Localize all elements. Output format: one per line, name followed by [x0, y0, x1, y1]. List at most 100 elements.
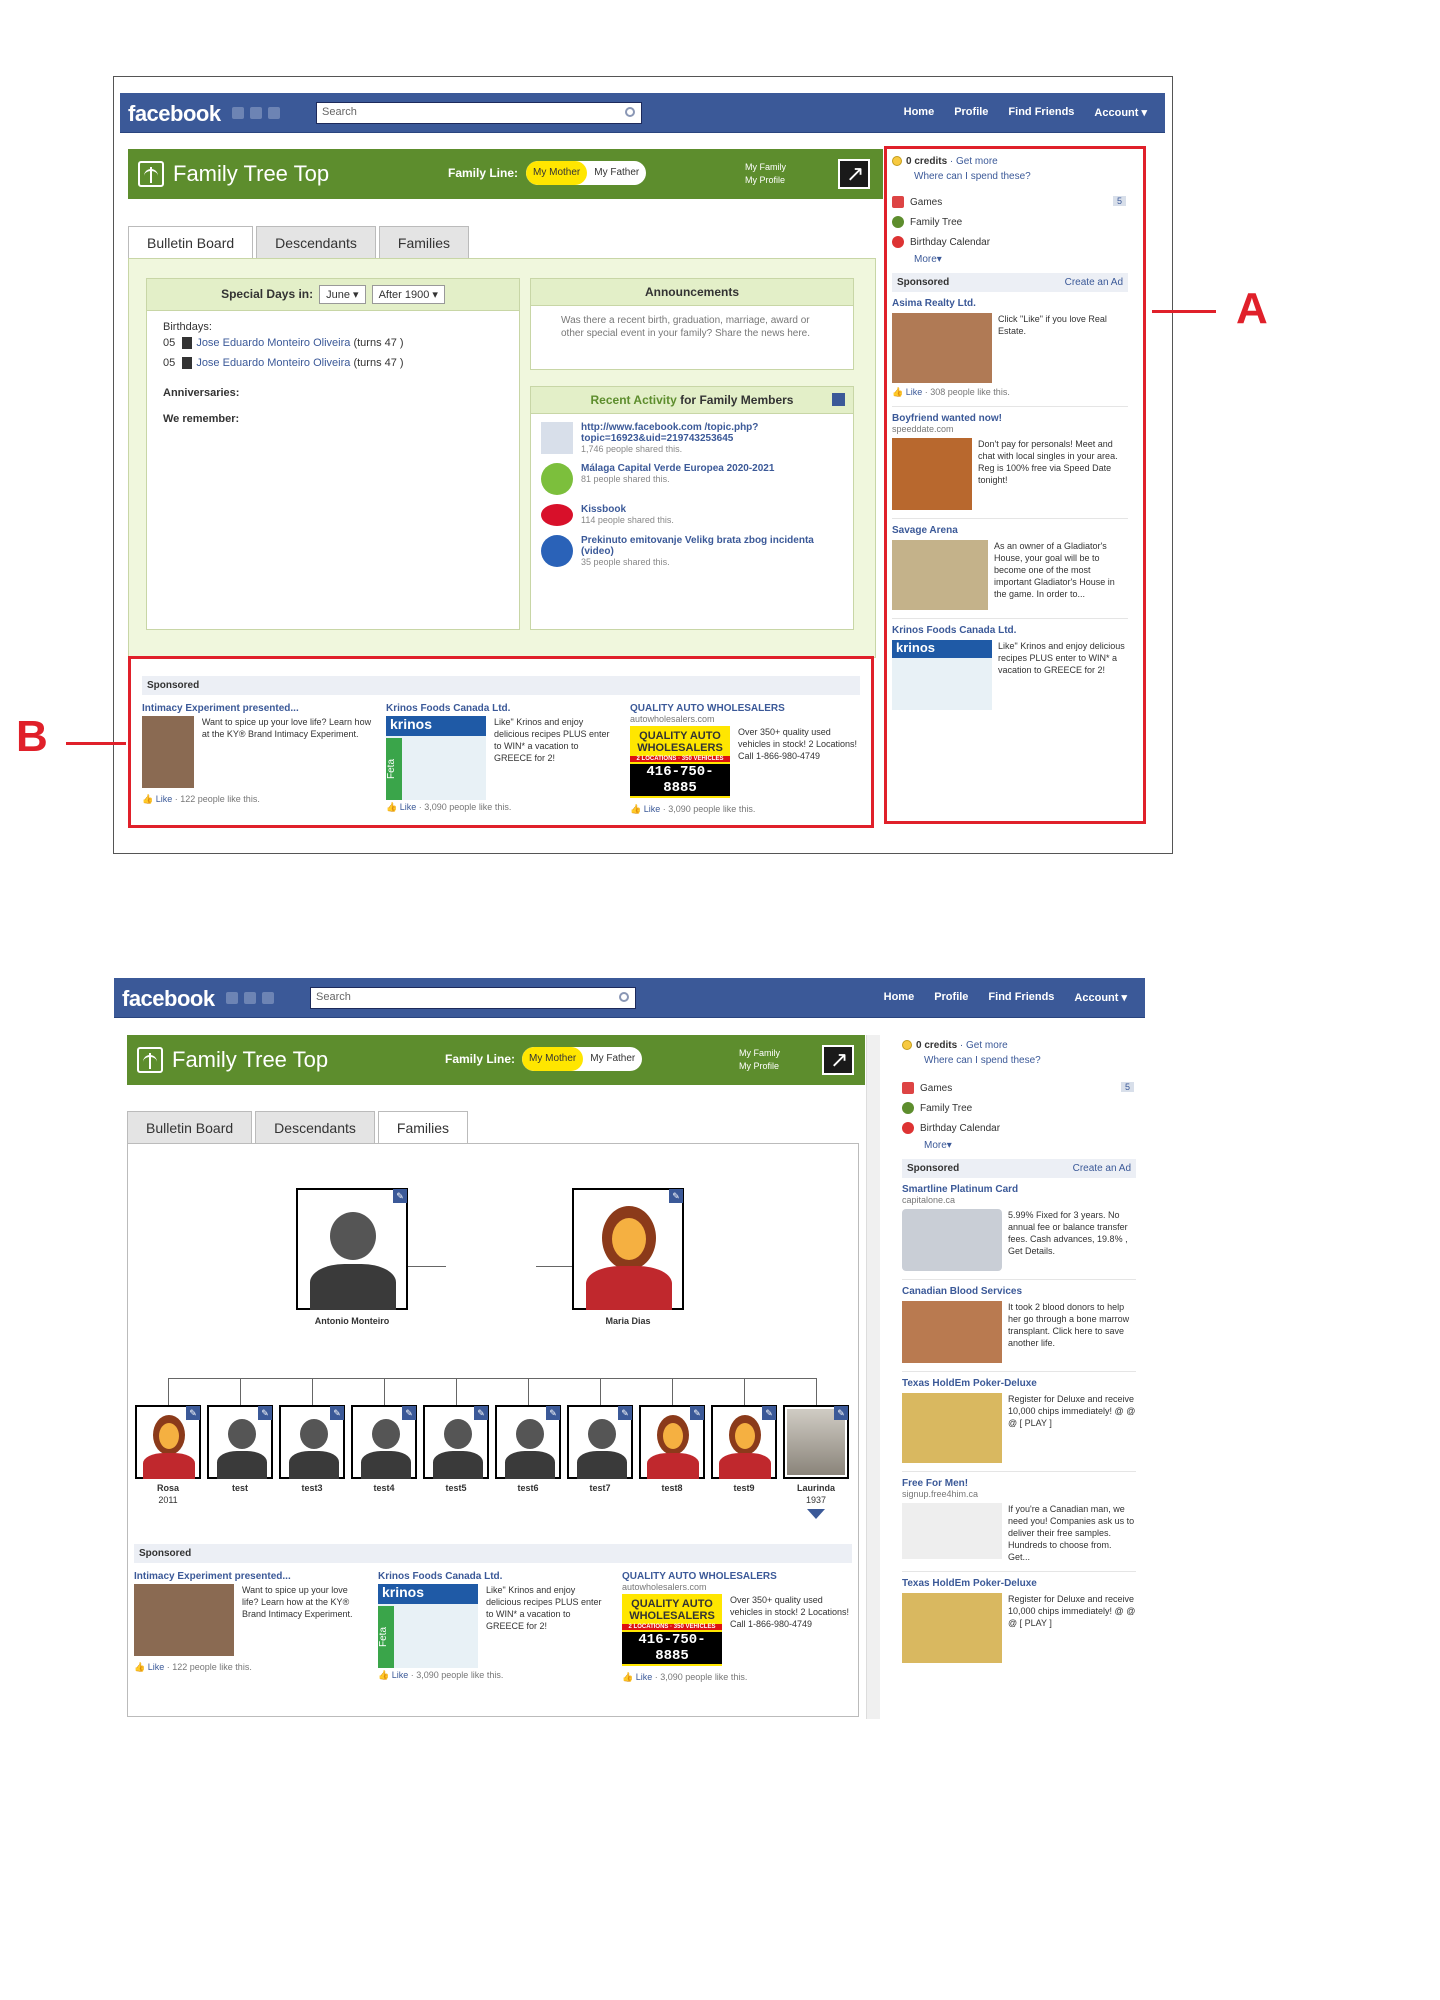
facebook-logo[interactable]: facebook — [122, 986, 215, 1012]
ad-title[interactable]: Texas HoldEm Poker-Deluxe — [902, 1378, 1136, 1389]
family-line-toggle[interactable]: My Mother My Father — [522, 1047, 643, 1071]
ad-title[interactable]: Canadian Blood Services — [902, 1286, 1136, 1297]
sock-image[interactable] — [902, 1503, 1002, 1559]
edit-pencil-icon[interactable]: ✎ — [762, 1406, 776, 1420]
nav-find-friends[interactable]: Find Friends — [1008, 106, 1074, 119]
scrollbar[interactable] — [866, 1035, 880, 1719]
tab-bulletin-board[interactable]: Bulletin Board — [127, 1111, 253, 1143]
my-father-button[interactable]: My Father — [587, 161, 646, 185]
ad-title[interactable]: Texas HoldEm Poker-Deluxe — [902, 1578, 1136, 1589]
ad-title[interactable]: Smartline Platinum Card — [902, 1184, 1136, 1195]
edit-pencil-icon[interactable]: ✎ — [669, 1189, 683, 1203]
edit-pencil-icon[interactable]: ✎ — [690, 1406, 704, 1420]
notifications-icon[interactable] — [268, 107, 280, 119]
messages-icon[interactable] — [244, 992, 256, 1004]
krinos-ad-image[interactable]: krinos Feta — [378, 1584, 478, 1668]
credit-card-image[interactable] — [902, 1209, 1002, 1271]
app-games[interactable]: Games 5 — [902, 1082, 1136, 1094]
nav-profile[interactable]: Profile — [934, 991, 968, 1004]
tab-bulletin-board[interactable]: Bulletin Board — [128, 226, 254, 258]
ad-poker-2[interactable]: Texas HoldEm Poker-Deluxe Register for De… — [902, 1572, 1136, 1671]
tab-families[interactable]: Families — [378, 226, 470, 258]
expand-descendants-arrow-icon[interactable] — [807, 1509, 825, 1519]
nav-home[interactable]: Home — [884, 991, 915, 1004]
ad-krinos[interactable]: Krinos Foods Canada Ltd. krinos Feta Like"… — [378, 1571, 608, 1683]
edit-pencil-icon[interactable]: ✎ — [402, 1406, 416, 1420]
nav-account[interactable]: Account ▾ — [1094, 106, 1147, 119]
edit-pencil-icon[interactable]: ✎ — [393, 1189, 407, 1203]
ad-intimacy[interactable]: Intimacy Experiment presented... Want to… — [134, 1571, 364, 1683]
girl-image[interactable] — [902, 1301, 1002, 1363]
like-button[interactable]: Like — [148, 1662, 165, 1672]
child-card[interactable]: ✎ — [567, 1405, 633, 1479]
app-family-tree[interactable]: Family Tree — [902, 1102, 1136, 1114]
ad-poker[interactable]: Texas HoldEm Poker-Deluxe Register for De… — [902, 1372, 1136, 1472]
edit-pencil-icon[interactable]: ✎ — [546, 1406, 560, 1420]
my-mother-button[interactable]: My Mother — [522, 1047, 584, 1071]
poker-cards-image[interactable] — [902, 1393, 1002, 1463]
nav-home[interactable]: Home — [904, 106, 935, 119]
nav-profile[interactable]: Profile — [954, 106, 988, 119]
child-card[interactable]: ✎ — [783, 1405, 849, 1479]
search-input[interactable]: Search — [316, 102, 642, 124]
friends-icon[interactable] — [226, 992, 238, 1004]
edit-pencil-icon[interactable]: ✎ — [330, 1406, 344, 1420]
birthday-name-link[interactable]: Jose Eduardo Monteiro Oliveira — [196, 337, 350, 349]
activity-link[interactable]: http://www.facebook.com /topic.php?topic… — [581, 422, 758, 444]
tab-families[interactable]: Families — [377, 1111, 469, 1143]
ad-title[interactable]: Intimacy Experiment presented... — [134, 1571, 364, 1582]
father-card[interactable]: ✎ — [296, 1188, 408, 1310]
messages-icon[interactable] — [250, 107, 262, 119]
my-family-link[interactable]: My Family — [739, 1047, 780, 1060]
birthday-name-link[interactable]: Jose Eduardo Monteiro Oliveira — [196, 357, 350, 369]
edit-pencil-icon[interactable]: ✎ — [834, 1406, 848, 1420]
child-card[interactable]: ✎ — [495, 1405, 561, 1479]
expand-arrow-icon[interactable] — [838, 159, 870, 189]
ad-title[interactable]: Free For Men! — [902, 1478, 1136, 1489]
where-spend-link[interactable]: Where can I spend these? — [924, 1055, 1041, 1066]
facebook-logo[interactable]: facebook — [128, 101, 221, 127]
edit-pencil-icon[interactable]: ✎ — [186, 1406, 200, 1420]
search-input[interactable]: Search — [310, 987, 636, 1009]
edit-pencil-icon[interactable]: ✎ — [618, 1406, 632, 1420]
ad-title[interactable]: QUALITY AUTO WHOLESALERS — [622, 1571, 852, 1582]
expand-arrow-icon[interactable] — [822, 1045, 854, 1075]
activity-link[interactable]: Málaga Capital Verde Europea 2020-2021 — [581, 463, 774, 474]
activity-link[interactable]: Prekinuto emitovanje Velikg brata zbog i… — [581, 535, 814, 557]
child-card[interactable]: ✎ — [639, 1405, 705, 1479]
mother-card[interactable]: ✎ — [572, 1188, 684, 1310]
my-profile-link[interactable]: My Profile — [745, 174, 786, 187]
like-button[interactable]: Like — [636, 1672, 653, 1682]
activity-link[interactable]: Kissbook — [581, 504, 626, 515]
jewel-icons[interactable] — [232, 107, 280, 119]
family-line-toggle[interactable]: My Mother My Father — [526, 161, 647, 185]
ad-smartline[interactable]: Smartline Platinum Card capitalone.ca 5.99… — [902, 1178, 1136, 1280]
my-profile-link[interactable]: My Profile — [739, 1060, 780, 1073]
create-ad-link[interactable]: Create an Ad — [1073, 1163, 1131, 1174]
auto-ad-image[interactable]: QUALITY AUTO WHOLESALERS 2 LOCATIONS · 350… — [622, 1594, 722, 1666]
nav-account[interactable]: Account ▾ — [1074, 991, 1127, 1004]
ad-auto[interactable]: QUALITY AUTO WHOLESALERS autowholesalers.… — [622, 1571, 852, 1683]
get-more-link[interactable]: · Get more — [960, 1040, 1008, 1051]
child-card[interactable]: ✎ — [279, 1405, 345, 1479]
child-card[interactable]: ✎ — [351, 1405, 417, 1479]
child-card[interactable]: ✎ — [207, 1405, 273, 1479]
ad-image[interactable] — [134, 1584, 234, 1656]
facebook-f-icon[interactable] — [832, 393, 845, 406]
edit-pencil-icon[interactable]: ✎ — [258, 1406, 272, 1420]
ad-free-for-men[interactable]: Free For Men! signup.free4him.ca If you're… — [902, 1472, 1136, 1572]
notifications-icon[interactable] — [262, 992, 274, 1004]
app-birthday-calendar[interactable]: Birthday Calendar — [902, 1122, 1136, 1134]
nav-find-friends[interactable]: Find Friends — [988, 991, 1054, 1004]
my-family-link[interactable]: My Family — [745, 161, 786, 174]
poker-cards-image[interactable] — [902, 1593, 1002, 1663]
child-card[interactable]: ✎ — [135, 1405, 201, 1479]
month-select[interactable]: June ▾ — [319, 285, 366, 304]
edit-pencil-icon[interactable]: ✎ — [474, 1406, 488, 1420]
like-button[interactable]: Like — [392, 1670, 409, 1680]
more-link[interactable]: More▾ — [924, 1140, 952, 1151]
year-select[interactable]: After 1900 ▾ — [371, 285, 445, 304]
ad-title[interactable]: Krinos Foods Canada Ltd. — [378, 1571, 608, 1582]
tab-descendants[interactable]: Descendants — [256, 226, 376, 258]
search-icon[interactable] — [619, 992, 629, 1002]
